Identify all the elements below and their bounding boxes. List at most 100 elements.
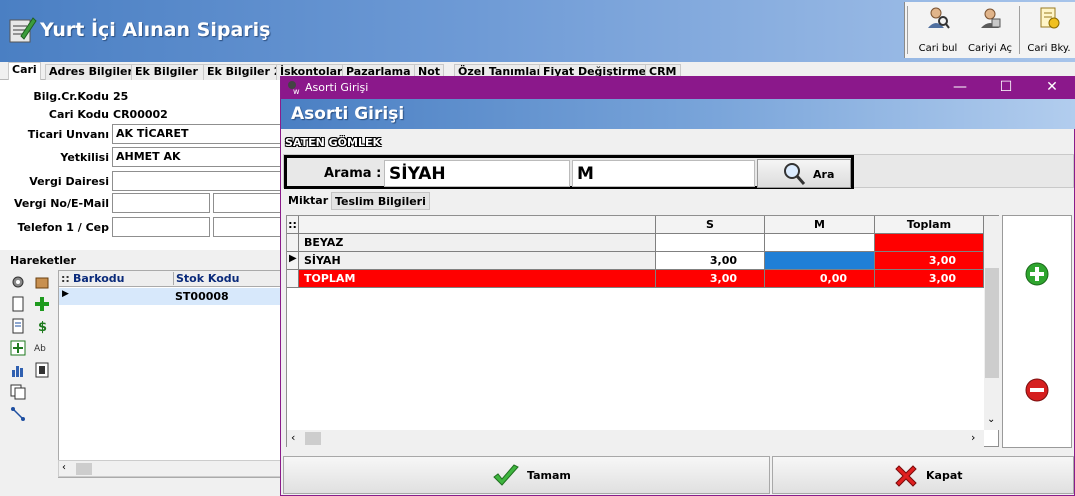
row-pointer-icon: ▶ <box>289 253 297 264</box>
table-row[interactable]: ▶ SİYAH 3,00 3,00 <box>287 252 984 270</box>
m-cell[interactable] <box>765 234 875 252</box>
vergi-no-label: Vergi No/E-Mail <box>13 197 109 210</box>
dialog-tabs: Miktar Teslim Bilgileri <box>285 192 1075 210</box>
email-input[interactable] <box>213 193 282 213</box>
tab-adres-bilgileri[interactable]: Adres Bilgileri <box>45 64 141 80</box>
document-icon[interactable] <box>10 318 26 334</box>
scroll-down-icon[interactable]: ⌄ <box>987 414 995 425</box>
scroll-thumb[interactable] <box>305 432 321 445</box>
column-m[interactable]: M <box>765 216 875 234</box>
ticari-unvani-label: Ticari Unvanı <box>27 128 109 141</box>
gear-icon[interactable] <box>10 274 26 290</box>
bilg-cr-kodu-label: Bilg.Cr.Kodu <box>33 90 109 103</box>
minimize-icon[interactable]: — <box>937 76 983 99</box>
table-row[interactable]: BEYAZ <box>287 234 984 252</box>
column-s[interactable]: S <box>656 216 765 234</box>
maximize-icon[interactable]: ☐ <box>983 76 1029 99</box>
plus-icon[interactable] <box>34 296 50 312</box>
calculator-icon[interactable] <box>34 362 50 378</box>
ticari-unvani-input[interactable]: AK TİCARET <box>112 124 282 144</box>
tab-teslim-bilgileri[interactable]: Teslim Bilgileri <box>331 192 430 210</box>
cep-input[interactable] <box>213 217 282 237</box>
window-title: Yurt İçi Alınan Sipariş <box>40 19 271 41</box>
size-search-input[interactable]: M <box>572 160 755 187</box>
scroll-thumb[interactable] <box>76 463 92 475</box>
vergi-dairesi-input[interactable] <box>112 171 282 191</box>
chart-icon[interactable] <box>10 362 26 378</box>
vergi-no-input[interactable] <box>112 193 210 213</box>
cari-kodu-value: CR00002 <box>113 108 168 121</box>
row-indicator[interactable] <box>287 234 299 252</box>
search-box: Arama : SİYAH M Ara <box>284 155 854 189</box>
grid-menu-icon[interactable]: :: <box>61 272 70 285</box>
svg-text:Ab: Ab <box>34 344 46 354</box>
scroll-left-icon[interactable]: ‹ <box>291 431 295 444</box>
m-cell-selected[interactable] <box>765 252 875 270</box>
table-row[interactable]: ▶ ST00008 <box>59 288 283 305</box>
new-document-icon[interactable] <box>10 296 26 312</box>
yetkilisi-input[interactable]: AHMET AK <box>112 147 282 167</box>
column-barkodu[interactable]: Barkodu <box>73 272 125 285</box>
grid-menu-icon[interactable]: :: <box>287 216 299 234</box>
product-name: SATEN GÖMLEK <box>285 136 382 149</box>
total-row[interactable]: TOPLAM 3,00 0,00 3,00 <box>287 270 984 288</box>
search-strip: Arama : SİYAH M Ara <box>283 154 1074 189</box>
toolbar-separator <box>907 6 908 54</box>
close-icon[interactable]: ✕ <box>1029 76 1075 99</box>
row-indicator[interactable] <box>287 270 299 288</box>
dialog-titlebar[interactable]: w Asorti Girişi — ☐ ✕ <box>281 76 1075 99</box>
row-pointer-icon: ▶ <box>62 289 69 299</box>
bilg-cr-kodu-value: 25 <box>113 90 129 103</box>
hareketler-grid[interactable]: :: Barkodu Stok Kodu ▶ ST00008 <box>58 270 283 478</box>
checkmark-icon <box>493 464 519 486</box>
hareketler-panel: Hareketler $ Ab :: Barkodu Stok Kodu ▶ S… <box>0 250 283 496</box>
tab-cari[interactable]: Cari <box>8 62 41 80</box>
cariyi-ac-button[interactable]: Cariyi Aç <box>965 2 1015 58</box>
dialog-title: Asorti Girişi <box>305 81 369 94</box>
grid-hscroll[interactable]: ‹ › <box>287 430 984 447</box>
grid-vscroll[interactable]: ⌄ <box>984 216 1000 430</box>
stok-kodu-cell: ST00008 <box>175 290 229 303</box>
m-total-cell: 0,00 <box>765 270 875 288</box>
order-document-icon <box>9 17 37 43</box>
scroll-left-icon[interactable]: ‹ <box>62 462 66 473</box>
add-row-icon[interactable] <box>10 340 26 356</box>
app-icon: w <box>288 81 300 95</box>
kapat-button[interactable]: Kapat <box>772 456 1074 494</box>
s-cell[interactable]: 3,00 <box>656 252 765 270</box>
box-icon[interactable] <box>34 274 50 290</box>
column-stok-kodu[interactable]: Stok Kodu <box>173 272 239 285</box>
tab-ek-bilgiler-2[interactable]: Ek Bilgiler 2 <box>203 64 286 80</box>
cari-bul-button[interactable]: Cari bul <box>913 2 963 58</box>
scroll-right-icon[interactable]: › <box>971 431 975 444</box>
sort-icon[interactable]: Ab <box>34 340 50 356</box>
s-cell[interactable] <box>656 234 765 252</box>
vergi-dairesi-label: Vergi Dairesi <box>29 175 109 188</box>
row-name-cell: TOPLAM <box>299 270 656 288</box>
remove-row-minus-icon[interactable] <box>1025 378 1049 402</box>
close-x-icon <box>895 465 917 487</box>
row-indicator[interactable]: ▶ <box>287 252 299 270</box>
color-search-input[interactable]: SİYAH <box>384 160 570 187</box>
hareketler-hscroll[interactable]: ‹ <box>58 460 282 477</box>
tamam-button[interactable]: Tamam <box>283 456 770 494</box>
connect-icon[interactable] <box>10 406 26 422</box>
scroll-thumb[interactable] <box>985 268 999 378</box>
asorti-dialog: w Asorti Girişi — ☐ ✕ Asorti Girişi SATE… <box>280 76 1075 496</box>
telefon-input[interactable] <box>112 217 210 237</box>
person-search-icon <box>928 7 950 29</box>
copy-icon[interactable] <box>10 384 26 400</box>
row-name-cell: SİYAH <box>299 252 656 270</box>
hareketler-title: Hareketler <box>10 254 76 267</box>
search-icon <box>784 163 806 185</box>
yetkilisi-label: Yetkilisi <box>60 151 109 164</box>
svg-text:$: $ <box>38 320 47 334</box>
cari-bakiye-button[interactable]: Cari Bky. <box>1023 2 1075 58</box>
asorti-grid[interactable]: :: S M Toplam ⌃ BEYAZ ▶ SİYAH 3,00 3,00 <box>286 215 1000 447</box>
tab-miktar[interactable]: Miktar <box>285 192 331 210</box>
add-row-plus-icon[interactable] <box>1025 262 1049 286</box>
tab-ek-bilgiler-1[interactable]: Ek Bilgiler 1 <box>131 64 214 80</box>
ara-button[interactable]: Ara <box>757 159 851 188</box>
dollar-icon[interactable]: $ <box>34 318 50 334</box>
column-toplam[interactable]: Toplam <box>875 216 984 234</box>
